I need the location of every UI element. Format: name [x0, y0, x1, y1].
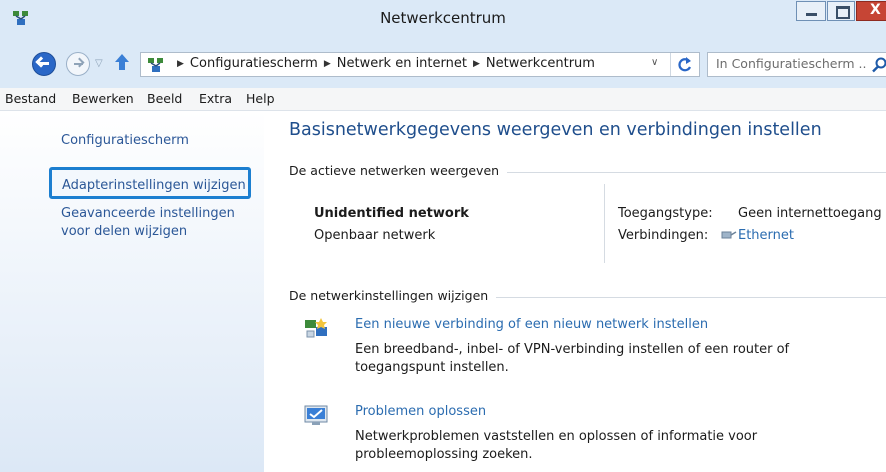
sidebar-item-control-panel[interactable]: Configuratiescherm [61, 132, 189, 150]
ethernet-link[interactable]: Ethernet [738, 228, 794, 243]
sidebar-item-advanced-sharing[interactable]: Geavanceerde instellingen voor delen wij… [61, 205, 251, 241]
back-arrow-icon[interactable] [32, 52, 56, 76]
forward-arrow-icon[interactable] [66, 52, 90, 76]
connections-label: Verbindingen: [618, 228, 709, 243]
menu-item-bestand[interactable]: Bestand [5, 91, 56, 106]
left-navigation-pane [0, 111, 264, 472]
title-bar[interactable]: Netwerkcentrum X [0, 0, 886, 38]
refresh-icon[interactable] [670, 53, 699, 76]
network-type: Openbaar netwerk [314, 228, 436, 243]
breadcrumb: ▶ Configuratiescherm ▶ Netwerk en internet ▶… [171, 56, 595, 71]
ethernet-icon [721, 231, 737, 239]
active-networks-label: De actieve netwerken weergeven [289, 163, 508, 178]
network-center-window: Netwerkcentrum X ▽ ▶ Configuratiescherm ▶ N… [0, 0, 886, 472]
close-icon: X [870, 2, 881, 18]
new-connection-link[interactable]: Een nieuwe verbinding of een nieuw netwe… [355, 317, 708, 332]
address-dropdown-icon[interactable]: ∨ [651, 57, 658, 68]
breadcrumb-separator-icon[interactable]: ▶ [324, 59, 331, 69]
address-box[interactable]: ▶ Configuratiescherm ▶ Netwerk en internet ▶… [140, 52, 700, 77]
access-type-label: Toegangstype: [618, 206, 713, 221]
breadcrumb-separator-icon[interactable]: ▶ [177, 59, 184, 69]
network-location-icon [148, 58, 163, 72]
network-settings-label: De netwerkinstellingen wijzigen [289, 288, 497, 303]
sidebar-item-adapter-settings[interactable]: Adapterinstellingen wijzigen [49, 167, 251, 199]
search-icon[interactable] [871, 57, 886, 73]
up-arrow-icon[interactable] [113, 52, 131, 72]
maximize-button[interactable] [827, 1, 855, 21]
menu-item-bewerken[interactable]: Bewerken [72, 91, 134, 106]
troubleshoot-link[interactable]: Problemen oplossen [355, 404, 486, 419]
new-connection-icon [305, 318, 327, 338]
breadcrumb-item[interactable]: Configuratiescherm [190, 56, 318, 71]
search-box[interactable] [707, 52, 886, 77]
minimize-button[interactable] [796, 1, 826, 21]
close-button[interactable]: X [856, 1, 886, 21]
new-connection-description: Een breedband-, inbel- of VPN-verbinding… [355, 342, 790, 375]
window-title: Netwerkcentrum [380, 9, 506, 27]
menu-item-help[interactable]: Help [246, 91, 275, 106]
maximize-icon [836, 6, 850, 19]
vertical-divider [604, 184, 605, 263]
breadcrumb-item[interactable]: Netwerkcentrum [486, 56, 595, 71]
menu-item-extra[interactable]: Extra [199, 91, 232, 106]
network-name: Unidentified network [314, 206, 469, 221]
menu-bar: Bestand Bewerken Beeld Extra Help [0, 88, 886, 111]
history-dropdown-icon[interactable]: ▽ [95, 58, 103, 69]
troubleshoot-description: Netwerkproblemen vaststellen en oplossen… [355, 429, 758, 462]
page-title: Basisnetwerkgegevens weergeven en verbin… [289, 120, 822, 140]
access-type-value: Geen internettoegang [738, 206, 882, 221]
menu-item-beeld[interactable]: Beeld [147, 91, 182, 106]
breadcrumb-separator-icon[interactable]: ▶ [473, 59, 480, 69]
search-input[interactable] [716, 56, 866, 71]
minimize-icon [806, 13, 817, 16]
breadcrumb-item[interactable]: Netwerk en internet [337, 56, 467, 71]
navigation-bar: ▽ ▶ Configuratiescherm ▶ Netwerk en interne… [0, 38, 886, 88]
troubleshoot-icon [304, 405, 328, 425]
